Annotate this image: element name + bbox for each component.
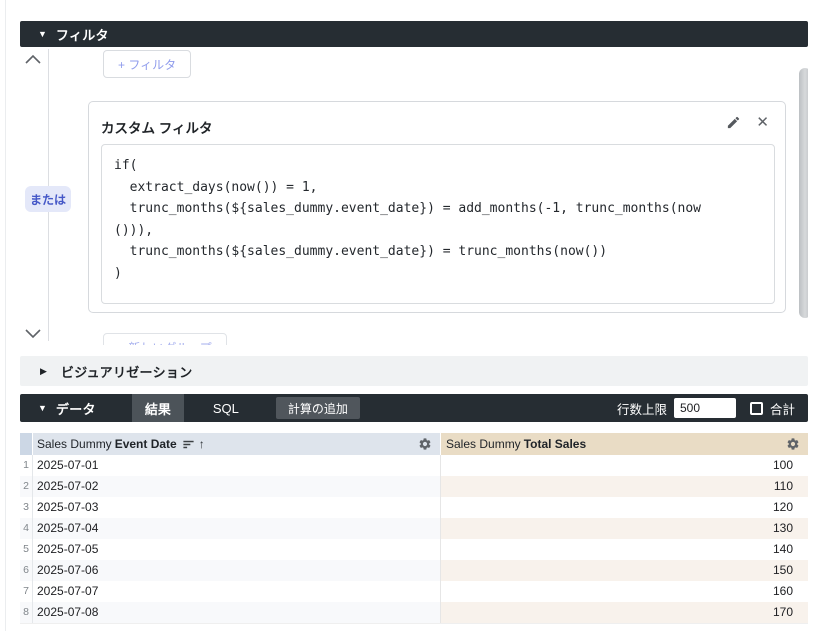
visualization-section-header[interactable]: ▶ ビジュアリゼーション bbox=[20, 356, 808, 386]
table-row: 1 2025-07-01 100 bbox=[20, 455, 808, 476]
gear-icon[interactable] bbox=[786, 437, 800, 451]
scroll-down-icon[interactable] bbox=[21, 327, 45, 341]
column-field-name: Total Sales bbox=[524, 437, 586, 451]
cell-total-sales[interactable]: 110 bbox=[440, 476, 808, 497]
cell-event-date[interactable]: 2025-07-04 bbox=[33, 518, 440, 539]
row-number: 1 bbox=[20, 455, 33, 476]
cell-total-sales[interactable]: 100 bbox=[440, 455, 808, 476]
add-filter-button[interactable]: + フィルタ bbox=[103, 50, 191, 78]
filter-list-icon bbox=[182, 438, 195, 451]
panel-edge-divider bbox=[5, 0, 6, 631]
table-row: 3 2025-07-03 120 bbox=[20, 497, 808, 518]
cell-event-date[interactable]: 2025-07-05 bbox=[33, 539, 440, 560]
row-number-header-cell bbox=[20, 433, 33, 455]
filter-panel: または + フィルタ カスタム フィルタ ✕ if( extract_days(… bbox=[20, 47, 808, 345]
custom-filter-code[interactable]: if( extract_days(now()) = 1, trunc_month… bbox=[101, 144, 775, 304]
cell-event-date[interactable]: 2025-07-08 bbox=[33, 602, 440, 623]
scroll-up-icon[interactable] bbox=[21, 52, 45, 66]
collapse-triangle-icon: ▼ bbox=[38, 30, 47, 39]
cell-event-date[interactable]: 2025-07-06 bbox=[33, 560, 440, 581]
cell-total-sales[interactable]: 140 bbox=[440, 539, 808, 560]
custom-filter-card: カスタム フィルタ ✕ if( extract_days(now()) = 1,… bbox=[88, 101, 786, 313]
row-number: 7 bbox=[20, 581, 33, 602]
cell-event-date[interactable]: 2025-07-01 bbox=[33, 455, 440, 476]
cell-total-sales[interactable]: 120 bbox=[440, 497, 808, 518]
table-row: 5 2025-07-05 140 bbox=[20, 539, 808, 560]
column-prefix: Sales Dummy bbox=[446, 437, 521, 451]
row-number: 3 bbox=[20, 497, 33, 518]
row-limit-label: 行数上限 bbox=[617, 399, 667, 418]
cell-event-date[interactable]: 2025-07-03 bbox=[33, 497, 440, 518]
tab-results[interactable]: 結果 bbox=[132, 394, 184, 422]
table-row: 4 2025-07-04 130 bbox=[20, 518, 808, 539]
or-operator-badge[interactable]: または bbox=[25, 186, 71, 212]
cell-total-sales[interactable]: 150 bbox=[440, 560, 808, 581]
results-table: Sales Dummy Event Date ↑ Sales Dummy Tot… bbox=[20, 433, 808, 624]
column-field-name: Event Date bbox=[115, 437, 177, 451]
row-number: 2 bbox=[20, 476, 33, 497]
table-header-row: Sales Dummy Event Date ↑ Sales Dummy Tot… bbox=[20, 433, 808, 455]
row-number: 4 bbox=[20, 518, 33, 539]
totals-label: 合計 bbox=[770, 399, 795, 418]
row-limit-input[interactable] bbox=[674, 398, 736, 418]
data-bar-controls: 行数上限 合計 bbox=[617, 398, 808, 418]
edit-pencil-icon[interactable] bbox=[726, 115, 741, 130]
new-group-button[interactable]: + 新しいグループ bbox=[103, 333, 227, 345]
filter-section-header[interactable]: ▼ フィルタ bbox=[20, 21, 808, 47]
gear-icon[interactable] bbox=[418, 437, 432, 451]
sort-ascending-icon: ↑ bbox=[199, 437, 205, 451]
table-row: 2 2025-07-02 110 bbox=[20, 476, 808, 497]
totals-checkbox[interactable] bbox=[750, 402, 763, 415]
row-number: 5 bbox=[20, 539, 33, 560]
tab-sql[interactable]: SQL bbox=[200, 394, 252, 422]
table-row: 8 2025-07-08 170 bbox=[20, 602, 808, 623]
cell-total-sales[interactable]: 170 bbox=[440, 602, 808, 623]
row-number: 8 bbox=[20, 602, 33, 623]
table-row: 7 2025-07-07 160 bbox=[20, 581, 808, 602]
table-row: 6 2025-07-06 150 bbox=[20, 560, 808, 581]
filter-panel-scrollbar[interactable] bbox=[799, 68, 808, 318]
explore-page: ▼ フィルタ または + フィルタ カスタム フィルタ ✕ if( extrac… bbox=[20, 0, 808, 639]
custom-filter-title: カスタム フィルタ bbox=[101, 117, 212, 137]
table-body: 1 2025-07-01 100 2 2025-07-02 110 3 2025… bbox=[20, 455, 808, 623]
filter-section-title: フィルタ bbox=[56, 25, 109, 44]
visualization-section-title: ビジュアリゼーション bbox=[61, 362, 193, 381]
column-prefix: Sales Dummy bbox=[37, 437, 112, 451]
column-header-event-date[interactable]: Sales Dummy Event Date ↑ bbox=[33, 433, 440, 455]
data-section-title: データ bbox=[56, 399, 96, 418]
column-header-total-sales[interactable]: Sales Dummy Total Sales bbox=[440, 433, 808, 455]
cell-total-sales[interactable]: 160 bbox=[440, 581, 808, 602]
data-section-header: ▼ データ 結果 SQL 計算の追加 行数上限 合計 bbox=[20, 394, 808, 422]
row-number: 6 bbox=[20, 560, 33, 581]
expand-triangle-icon: ▶ bbox=[40, 367, 47, 376]
add-calculation-button[interactable]: 計算の追加 bbox=[276, 397, 360, 419]
collapse-triangle-icon[interactable]: ▼ bbox=[38, 404, 47, 413]
close-icon[interactable]: ✕ bbox=[756, 113, 769, 131]
cell-total-sales[interactable]: 130 bbox=[440, 518, 808, 539]
cell-event-date[interactable]: 2025-07-07 bbox=[33, 581, 440, 602]
cell-event-date[interactable]: 2025-07-02 bbox=[33, 476, 440, 497]
